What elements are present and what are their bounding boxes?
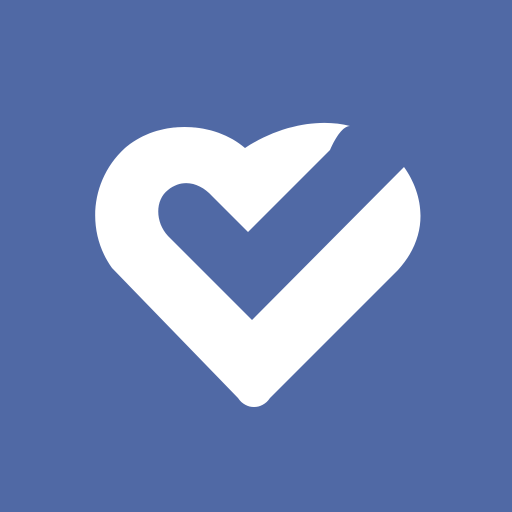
heart-check-icon [0,0,512,512]
app-icon [0,0,512,512]
icon-background [0,0,512,512]
